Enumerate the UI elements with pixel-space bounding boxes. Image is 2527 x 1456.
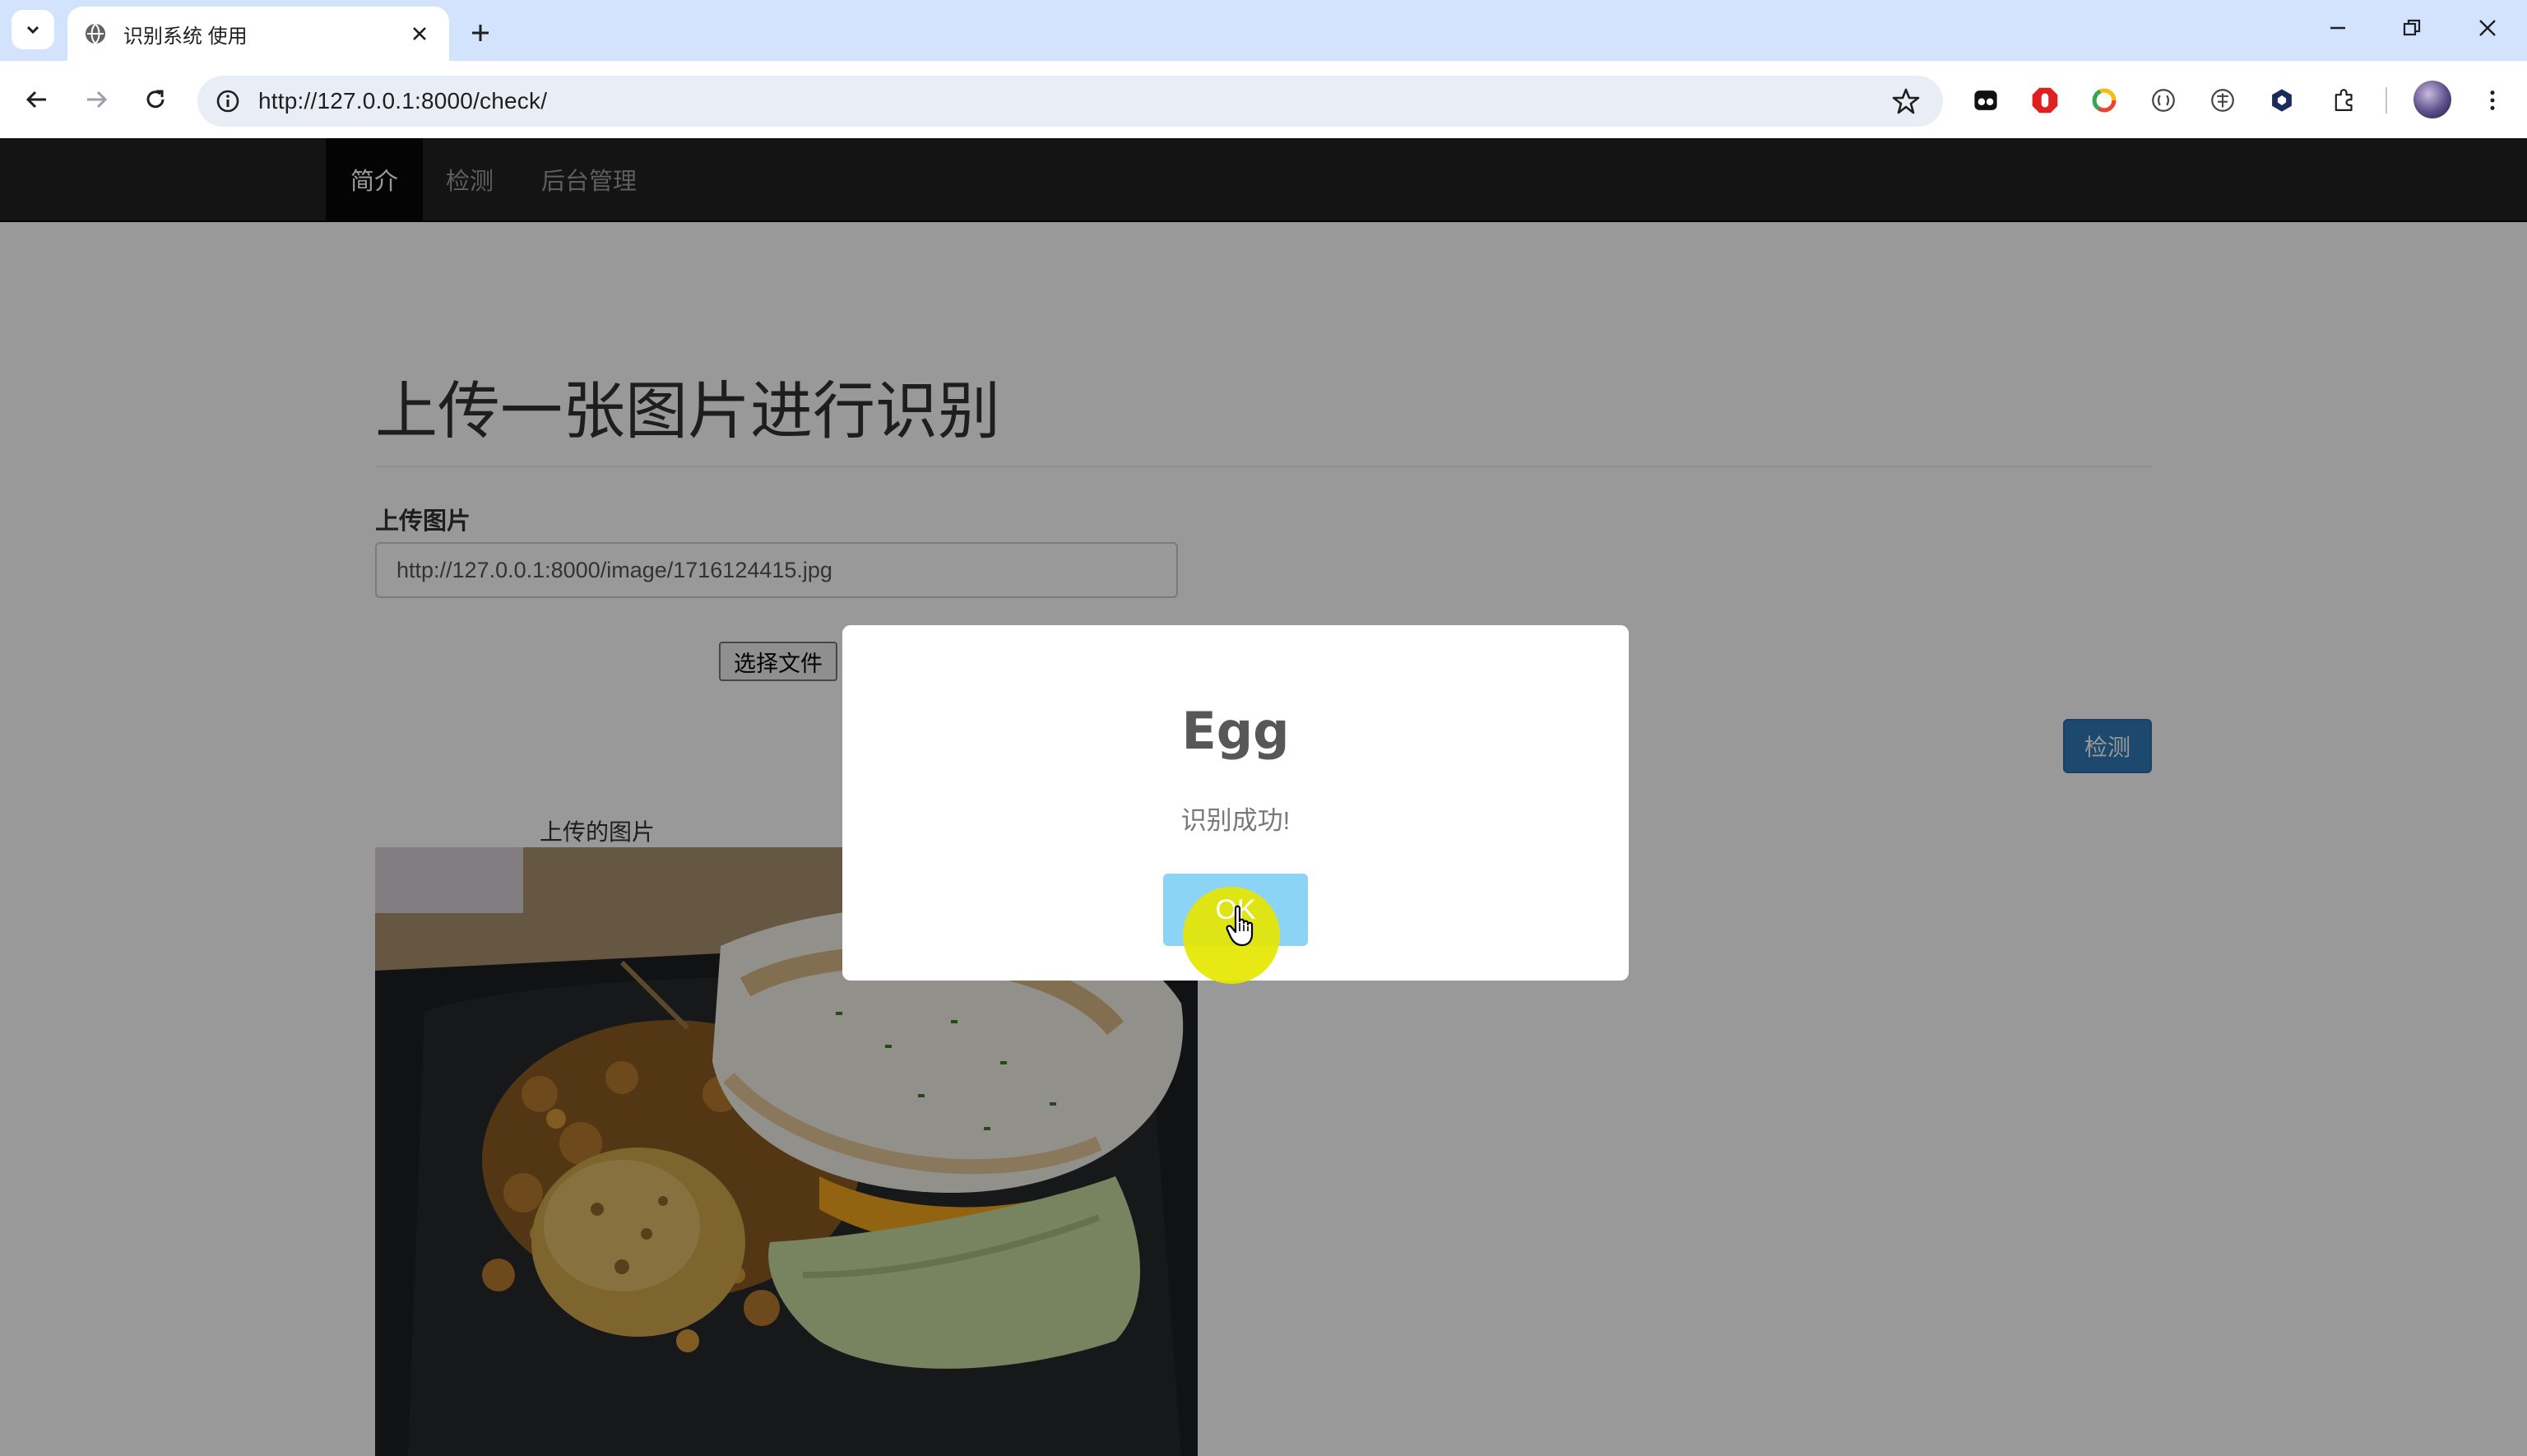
url-text: http://127.0.0.1:8000/check/: [258, 88, 547, 114]
hand-cursor-icon: [1226, 905, 1259, 948]
plus-icon: [470, 22, 491, 44]
alert-dialog: Egg 识别成功! OK: [842, 625, 1629, 981]
minimize-button[interactable]: [2315, 8, 2361, 48]
web-page: 简介 检测 后台管理 上传一张图片进行识别 上传图片 http://127.0.…: [0, 138, 2527, 1456]
reload-icon: [143, 87, 168, 112]
close-window-button[interactable]: [2464, 8, 2511, 48]
chevron-down-icon: [24, 21, 42, 39]
extension-icon-6[interactable]: [2265, 84, 2298, 117]
restore-button[interactable]: [2389, 8, 2435, 48]
close-tab-icon[interactable]: [406, 21, 433, 47]
extension-icon-2[interactable]: [2029, 84, 2061, 117]
minimize-icon: [2328, 18, 2348, 38]
browser-tab[interactable]: 识别系统 使用: [67, 7, 449, 61]
site-info-icon[interactable]: [216, 89, 240, 114]
back-button[interactable]: [16, 79, 58, 120]
browser-tabstrip: 识别系统 使用: [0, 0, 2527, 61]
globe-icon: [84, 22, 107, 45]
arrow-left-icon: [25, 87, 49, 112]
tab-search-button[interactable]: [12, 10, 54, 49]
address-bar[interactable]: http://127.0.0.1:8000/check/: [197, 76, 1943, 127]
extension-icon-5[interactable]: [2206, 84, 2239, 117]
dialog-title: Egg: [842, 701, 1629, 761]
toolbar-separator: [2386, 87, 2387, 114]
arrow-right-icon: [84, 87, 109, 112]
kebab-menu-icon[interactable]: [2476, 84, 2509, 117]
tab-title: 识别系统 使用: [123, 20, 406, 49]
browser-toolbar: http://127.0.0.1:8000/check/: [0, 61, 2527, 138]
forward-button[interactable]: [76, 79, 117, 120]
reload-button[interactable]: [135, 79, 176, 120]
extensions-puzzle-icon[interactable]: [2328, 84, 2361, 117]
profile-avatar[interactable]: [2413, 81, 2451, 118]
extension-icon-3[interactable]: [2088, 84, 2121, 117]
restore-icon: [2402, 18, 2422, 38]
close-icon: [2478, 18, 2497, 38]
new-tab-button[interactable]: [461, 13, 500, 53]
extension-icon-4[interactable]: [2147, 84, 2180, 117]
bookmark-star-icon[interactable]: [1892, 87, 1920, 115]
extension-icon-1[interactable]: [1969, 84, 2002, 117]
dialog-message: 识别成功!: [842, 800, 1629, 837]
